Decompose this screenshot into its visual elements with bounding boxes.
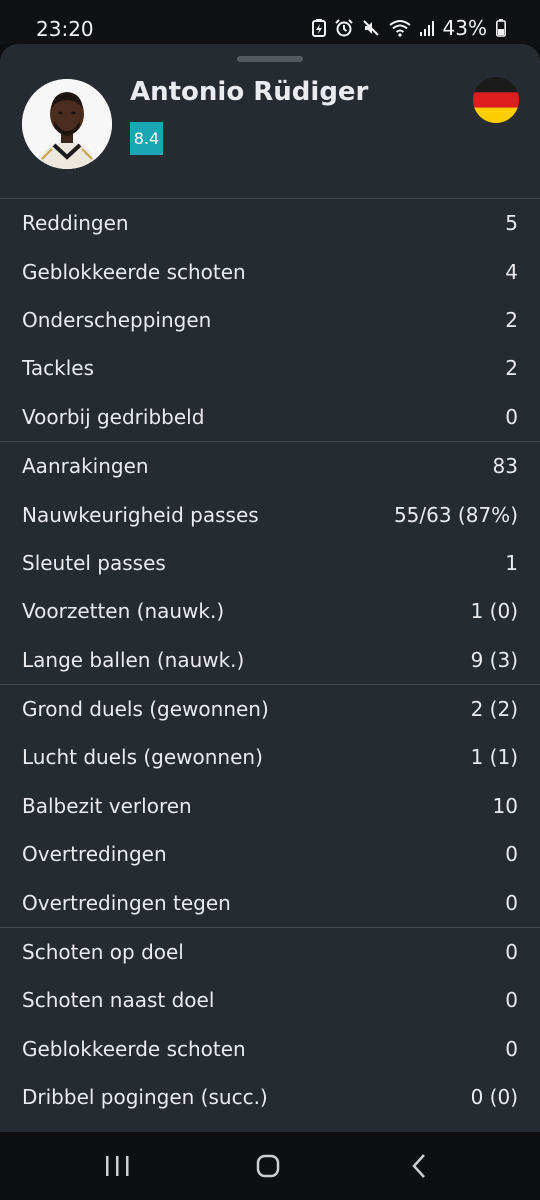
player-photo [22, 79, 112, 169]
rating-badge: 8.4 [130, 122, 163, 155]
stat-label: Geblokkeerde schoten [22, 259, 246, 284]
stat-group: Aanrakingen 83 Nauwkeurigheid passes 55/63 … [0, 442, 540, 684]
stat-label: Geblokkeerde schoten [22, 1036, 246, 1061]
stat-row: Schoten naast doel 0 [0, 976, 540, 1024]
stat-value: 9 (3) [470, 647, 518, 672]
navigation-bar [0, 1132, 540, 1200]
wifi-icon [388, 20, 411, 37]
player-avatar [22, 79, 112, 169]
stat-label: Overtredingen tegen [22, 890, 231, 915]
stat-row: Overtredingen tegen 0 [0, 878, 540, 926]
stat-label: Aanrakingen [22, 454, 149, 479]
stat-group: Reddingen 5 Geblokkeerde schoten 4 Ondersche… [0, 199, 540, 441]
stat-value: 1 (0) [470, 599, 518, 624]
stat-value: 55/63 (87%) [393, 502, 518, 527]
battery-percent: 43% [442, 16, 487, 40]
stat-value: 2 [505, 307, 518, 332]
back-icon[interactable] [394, 1146, 444, 1186]
stat-row: Geblokkeerde schoten 4 [0, 247, 540, 295]
stat-label: Tackles [22, 356, 95, 381]
stat-label: Dribbel pogingen (succ.) [22, 1085, 268, 1110]
signal-icon [419, 21, 434, 36]
stat-row: Grond duels (gewonnen) 2 (2) [0, 685, 540, 733]
stat-label: Overtredingen [22, 842, 167, 867]
stat-label: Schoten naast doel [22, 988, 215, 1013]
stat-label: Lange ballen (nauwk.) [22, 647, 245, 672]
stat-value: 0 [505, 988, 518, 1013]
recent-apps-icon[interactable] [92, 1146, 142, 1186]
stat-label: Reddingen [22, 211, 129, 236]
player-name: Antonio Rüdiger [130, 77, 369, 107]
stat-row: Overtredingen 0 [0, 830, 540, 878]
stat-value: 5 [505, 211, 518, 236]
stat-value: 1 [505, 550, 518, 575]
stat-row: Voorbij gedribbeld 0 [0, 393, 540, 441]
stat-value: 2 (2) [470, 697, 518, 722]
stat-label: Lucht duels (gewonnen) [22, 745, 263, 770]
stat-value: 4 [505, 259, 518, 284]
stat-row: Tackles 2 [0, 344, 540, 392]
stat-label: Grond duels (gewonnen) [22, 697, 269, 722]
stats-list: Reddingen 5 Geblokkeerde schoten 4 Ondersche… [0, 198, 540, 1121]
stat-value: 10 [492, 793, 518, 818]
battery-icon [496, 19, 506, 37]
stat-row: Balbezit verloren 10 [0, 782, 540, 830]
stat-value: 0 [505, 404, 518, 429]
stat-value: 0 [505, 890, 518, 915]
stat-row: Geblokkeerde schoten 0 [0, 1025, 540, 1073]
stat-group: Grond duels (gewonnen) 2 (2) Lucht duels (… [0, 685, 540, 927]
stat-value: 0 (0) [470, 1085, 518, 1110]
drag-handle[interactable] [237, 56, 303, 62]
stat-row: Aanrakingen 83 [0, 442, 540, 490]
status-bar: 23:20 43% [0, 0, 540, 44]
stat-value: 0 [505, 940, 518, 965]
stat-row: Dribbel pogingen (succ.) 0 (0) [0, 1073, 540, 1121]
stat-value: 0 [505, 842, 518, 867]
mute-icon [362, 20, 379, 36]
battery-saver-icon [311, 19, 326, 37]
stat-label: Voorzetten (nauwk.) [22, 599, 225, 624]
stat-label: Sleutel passes [22, 550, 166, 575]
player-stats-sheet: Antonio Rüdiger 8.4 Reddingen 5 Geblokkeer… [0, 44, 540, 1132]
stat-value: 2 [505, 356, 518, 381]
stat-label: Nauwkeurigheid passes [22, 502, 259, 527]
stat-row: Voorzetten (nauwk.) 1 (0) [0, 587, 540, 635]
stat-row: Nauwkeurigheid passes 55/63 (87%) [0, 490, 540, 538]
stat-group: Schoten op doel 0 Schoten naast doel 0 Geblo… [0, 928, 540, 1122]
germany-flag-icon [473, 77, 519, 123]
status-icons: 43% [311, 16, 506, 40]
stat-row: Lange ballen (nauwk.) 9 (3) [0, 636, 540, 684]
stat-row: Schoten op doel 0 [0, 928, 540, 976]
home-icon[interactable] [243, 1146, 293, 1186]
stat-row: Onderscheppingen 2 [0, 296, 540, 344]
status-time: 23:20 [36, 17, 94, 41]
stat-row: Lucht duels (gewonnen) 1 (1) [0, 733, 540, 781]
stat-label: Voorbij gedribbeld [22, 404, 205, 429]
alarm-icon [334, 19, 353, 37]
stat-row: Reddingen 5 [0, 199, 540, 247]
stat-row: Sleutel passes 1 [0, 539, 540, 587]
stat-label: Schoten op doel [22, 940, 184, 965]
stat-value: 0 [505, 1036, 518, 1061]
stat-label: Onderscheppingen [22, 307, 212, 332]
stat-value: 1 (1) [470, 745, 518, 770]
stat-value: 83 [492, 454, 518, 479]
stat-label: Balbezit verloren [22, 793, 192, 818]
